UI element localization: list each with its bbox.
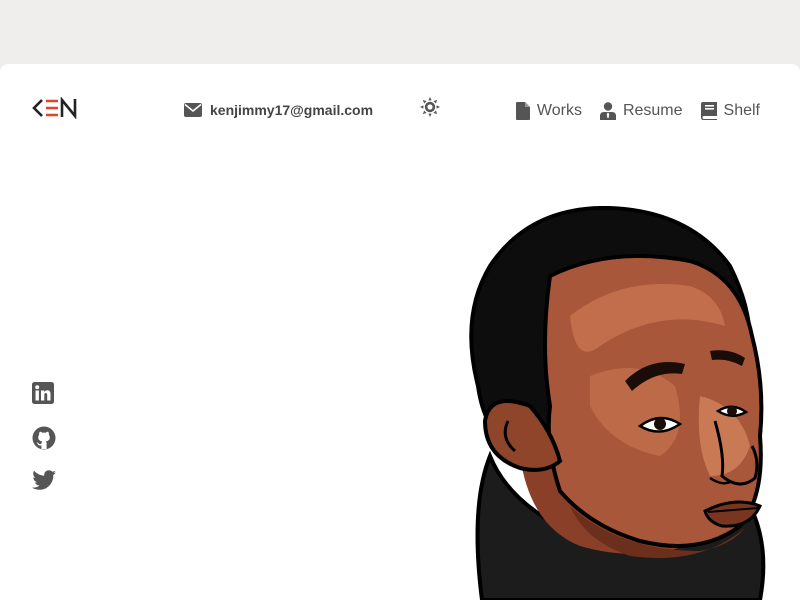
nav-item-resume[interactable]: Resume (599, 102, 683, 120)
main-card: kenjimmy17@gmail.com Works Resume Shelf (0, 64, 800, 600)
main-nav: Works Resume Shelf (515, 100, 760, 122)
nav-item-label: Works (536, 102, 582, 119)
email-text: kenjimmy17@gmail.com (210, 102, 374, 118)
avatar-illustration (460, 205, 770, 600)
file-icon (515, 102, 530, 120)
user-tie-icon (599, 102, 616, 120)
twitter-icon[interactable] (32, 470, 56, 492)
book-icon (700, 102, 717, 120)
nav-item-label: Resume (622, 102, 683, 119)
nav-item-label: Shelf (723, 102, 760, 119)
ken-logo-icon[interactable] (31, 96, 79, 120)
social-links (32, 382, 56, 492)
nav-item-works[interactable]: Works (515, 102, 582, 120)
envelope-icon (184, 103, 202, 117)
github-icon[interactable] (32, 426, 56, 450)
sun-icon (420, 96, 440, 122)
theme-toggle-button[interactable] (419, 96, 441, 122)
nav-item-shelf[interactable]: Shelf (700, 102, 760, 120)
linkedin-icon[interactable] (32, 382, 56, 404)
email-link[interactable]: kenjimmy17@gmail.com (184, 100, 373, 120)
